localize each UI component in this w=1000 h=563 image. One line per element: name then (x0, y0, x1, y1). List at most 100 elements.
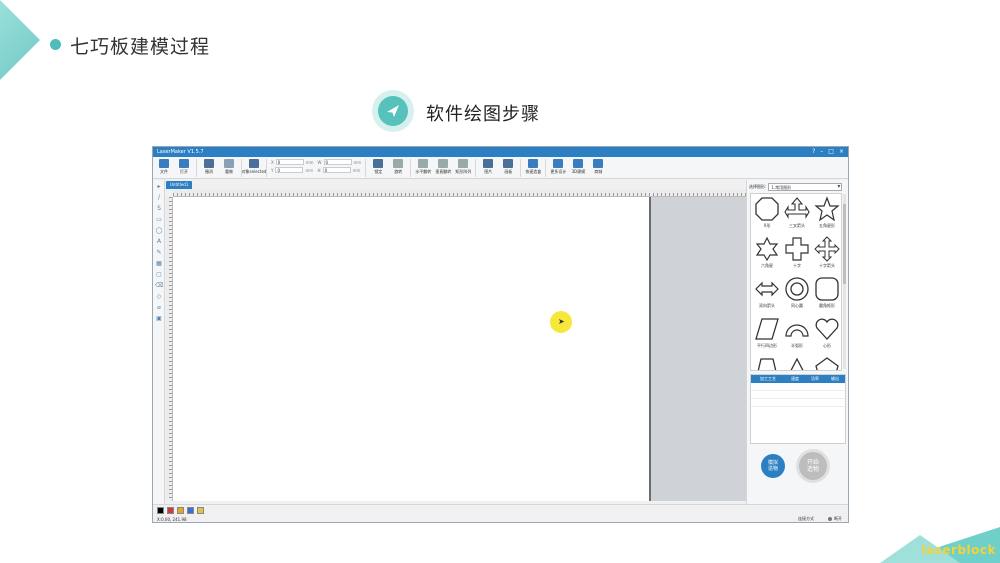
tool-10-icon[interactable]: ◇ (155, 293, 163, 301)
trapezoid-icon (757, 358, 777, 370)
shape-arc[interactable]: 半弧形 (782, 316, 812, 356)
unit-label: mm (305, 159, 314, 165)
drawing-tools: ▸ / S ▭ ◯ A ✎ ▦ ▢ ⌫ ◇ ⌀ ▣ (153, 180, 165, 504)
shape-label: 十字箭头 (819, 263, 835, 268)
help-button[interactable]: ? (812, 149, 815, 155)
design-button[interactable]: 更多设计 (550, 159, 566, 175)
shape-scrollbar[interactable] (843, 194, 846, 369)
toolbar-label: 画板 (504, 169, 513, 174)
shape-category-select[interactable]: 1.常用图形 (768, 183, 843, 191)
tool-0-icon[interactable]: ▸ (155, 183, 163, 191)
tool-4-icon[interactable]: ◯ (155, 227, 163, 235)
start-button[interactable]: 开始 造物 (796, 449, 830, 483)
flip-h-button[interactable]: 水平翻转 (415, 159, 431, 175)
flip-v-button[interactable]: 垂直翻转 (435, 159, 451, 175)
tool-7-icon[interactable]: ▦ (155, 260, 163, 268)
connection-state: 断开 (834, 516, 842, 521)
double-arrow-icon (755, 281, 779, 297)
shape-parallelogram[interactable]: 平行四边形 (752, 316, 782, 356)
color-swatch[interactable] (197, 507, 204, 514)
board-button[interactable]: 画板 (500, 159, 516, 175)
shape-star6[interactable]: 六角星 (752, 236, 782, 276)
rotate-button[interactable]: 旋转 (390, 159, 406, 175)
round-rect-icon (815, 277, 839, 301)
tool-1-icon[interactable]: / (155, 194, 163, 202)
color-swatch[interactable] (157, 507, 164, 514)
w-field[interactable]: 0 (323, 159, 352, 165)
shape-octagon-shape[interactable]: X形 (752, 196, 782, 236)
table-header: 功率 (811, 376, 819, 381)
brand-logo: laserblock (880, 523, 1000, 563)
cart-button[interactable]: 商城 (590, 159, 606, 175)
tool-8-icon[interactable]: ▢ (155, 271, 163, 279)
lock-icon (373, 159, 384, 168)
redo-button[interactable]: 重做 (221, 159, 237, 175)
folder-button[interactable]: 文件 (156, 159, 172, 175)
corner-decoration (0, 0, 40, 80)
x-field[interactable]: 0 (275, 159, 304, 165)
mouse-pointer-icon: ➤ (558, 317, 565, 326)
tool-3-icon[interactable]: ▭ (155, 216, 163, 224)
simulate-button[interactable]: 模拟 造物 (761, 454, 785, 478)
toolbar-label: 撤消 (205, 169, 213, 174)
tool-2-icon[interactable]: S (155, 205, 163, 213)
shape-three-arrow[interactable]: 三叉箭头 (782, 196, 812, 236)
tool-11-icon[interactable]: ⌀ (155, 304, 163, 312)
shape-star5[interactable]: 五角星形 (812, 196, 841, 236)
shape-trapezoid[interactable] (752, 356, 782, 370)
shape-label: 圆角矩形 (819, 303, 835, 308)
toolbar-label: 打开 (180, 169, 188, 174)
shape-double-arrow[interactable]: 双向箭头 (752, 276, 782, 316)
y-field[interactable]: 0 (275, 167, 304, 173)
laser-maker-window: LaserMaker V1.5.7 ? – □ × 文件 打开 撤消 重做 对象sele… (152, 146, 849, 523)
undo-button[interactable]: 撤消 (201, 159, 217, 175)
box-icon (528, 159, 539, 168)
box-button[interactable]: 快速造盒 (525, 159, 541, 175)
connection-mode[interactable]: 连接方式 (798, 516, 814, 522)
horizontal-ruler (173, 189, 746, 197)
drawing-canvas[interactable]: ➤ (173, 197, 651, 501)
color-swatch[interactable] (187, 507, 194, 514)
tool-12-icon[interactable]: ▣ (155, 315, 163, 323)
close-button[interactable]: × (839, 149, 844, 155)
h-field[interactable]: 0 (322, 167, 351, 173)
select-button[interactable]: 对象selected (242, 159, 266, 175)
shape-heart[interactable]: 心形 (812, 316, 841, 356)
table-header: 速度 (791, 376, 799, 381)
minimize-button[interactable]: – (820, 149, 823, 155)
3d-button[interactable]: 3D建模 (570, 159, 586, 175)
toolbar-separator (545, 159, 547, 177)
shape-cross-arrow[interactable]: 十字箭头 (812, 236, 841, 276)
file-button[interactable]: 打开 (176, 159, 192, 175)
tool-9-icon[interactable]: ⌫ (155, 282, 163, 290)
unit-label: mm (352, 167, 361, 173)
title-bullet (50, 39, 61, 50)
toolbar-label: 锁定 (374, 169, 383, 174)
arc-icon (785, 324, 809, 337)
array-button[interactable]: 矩形阵列 (455, 159, 471, 175)
start-button-label: 开始 造物 (806, 459, 819, 473)
shape-pentagon[interactable] (812, 356, 841, 370)
star6-icon (755, 236, 779, 262)
maximize-button[interactable]: □ (828, 149, 834, 155)
toolbar-label: 3D建模 (571, 169, 586, 174)
image-button[interactable]: 图片 (480, 159, 496, 175)
tab-untitled1[interactable]: Untitled1 (166, 181, 193, 189)
shape-round-rect[interactable]: 圆角矩形 (812, 276, 841, 316)
shape-concentric[interactable]: 同心圆 (782, 276, 812, 316)
lock-button[interactable]: 锁定 (370, 159, 386, 175)
color-swatch[interactable] (177, 507, 184, 514)
toolbar-separator (266, 159, 267, 177)
flip-h-icon (418, 159, 429, 168)
tool-5-icon[interactable]: A (155, 238, 163, 246)
vertical-ruler (166, 197, 173, 501)
color-swatch[interactable] (167, 507, 174, 514)
tool-6-icon[interactable]: ✎ (155, 249, 163, 257)
toolbar-label: 旋转 (394, 169, 403, 174)
shape-label: X形 (763, 223, 771, 228)
toolbar-label: 对象selected (241, 169, 267, 174)
shape-cross[interactable]: 十字 (782, 236, 812, 276)
toolbar-fields: W 0 mm H 0 mm (318, 159, 361, 173)
cross-arrow-icon (814, 236, 840, 262)
shape-triangle[interactable] (782, 356, 812, 370)
